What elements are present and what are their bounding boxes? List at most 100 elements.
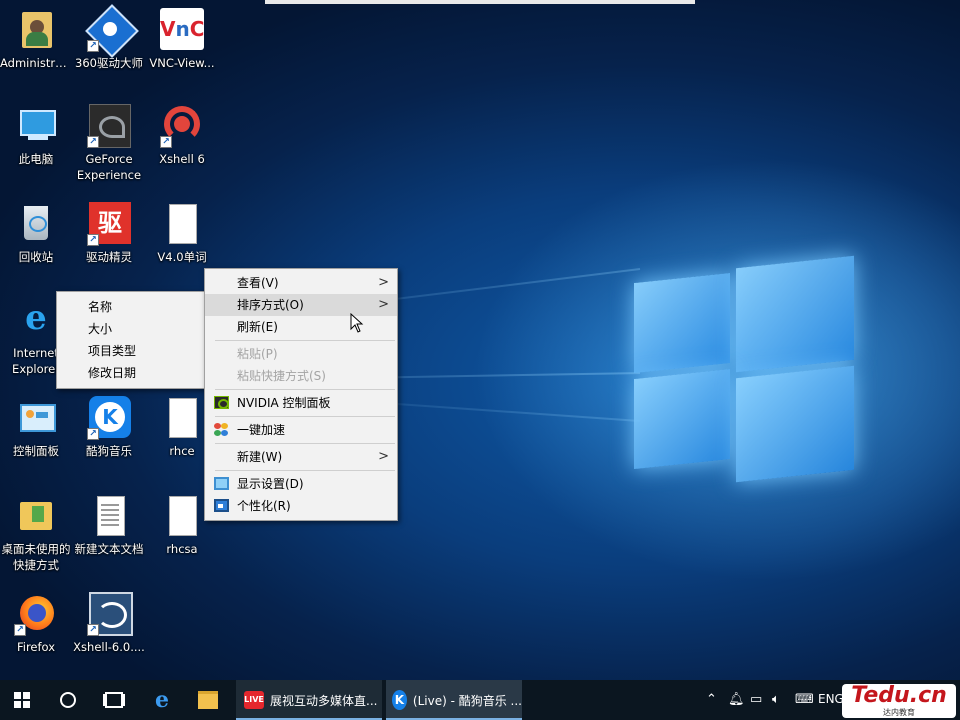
language-indicator[interactable]: ENG bbox=[818, 692, 844, 706]
menu-item-nvidia-control-panel[interactable]: NVIDIA 控制面板 bbox=[205, 392, 397, 414]
desktop-icon-v4-words[interactable]: V4.0单词 bbox=[146, 202, 218, 265]
menu-item-paste-shortcut: 粘贴快捷方式(S) bbox=[237, 369, 326, 383]
desktop-icon-label: 360驱动大师 bbox=[75, 56, 143, 70]
desktop-icon-vnc-viewer[interactable]: VnC VNC-View... bbox=[146, 8, 218, 71]
shortcut-arrow-icon: ↗ bbox=[87, 136, 99, 148]
start-button[interactable] bbox=[0, 680, 44, 720]
menu-item-paste: 粘贴(P) bbox=[237, 347, 278, 361]
watermark-subtext: 达内教育 bbox=[883, 708, 915, 717]
menu-item-refresh[interactable]: 刷新(E) bbox=[205, 316, 397, 338]
windows-logo-wallpaper bbox=[630, 248, 860, 483]
desktop-icon-label: 桌面未使用的快捷方式 bbox=[1, 542, 71, 572]
shortcut-arrow-icon: ↗ bbox=[87, 234, 99, 246]
taskbar-app-kugou[interactable]: K (Live) - 酷狗音乐 ... bbox=[386, 680, 522, 720]
personalize-icon bbox=[214, 499, 229, 512]
document-icon bbox=[160, 396, 204, 440]
desktop-icon-geforce[interactable]: ↗ GeForce Experience bbox=[73, 104, 145, 183]
desktop-icon-firefox[interactable]: ↗ Firefox bbox=[0, 592, 72, 655]
sort-by-date-modified[interactable]: 修改日期 bbox=[57, 362, 205, 384]
menu-separator bbox=[215, 470, 395, 471]
recycle-bin-icon bbox=[14, 202, 58, 246]
document-icon bbox=[160, 494, 204, 538]
shortcut-arrow-icon: ↗ bbox=[160, 136, 172, 148]
cortana-circle-icon bbox=[60, 692, 76, 708]
menu-item-personalize[interactable]: 个性化(R) bbox=[205, 495, 397, 517]
user-folder-icon bbox=[14, 8, 58, 52]
desktop-icon-xshell[interactable]: ↗ Xshell 6 bbox=[146, 104, 218, 167]
menu-item-new[interactable]: 新建(W) > bbox=[205, 446, 397, 468]
firefox-icon: ↗ bbox=[14, 592, 58, 636]
desktop-icon-driver-genius[interactable]: 驱 ↗ 驱动精灵 bbox=[73, 202, 145, 265]
nvidia-icon bbox=[214, 396, 229, 409]
sort-by-name[interactable]: 名称 bbox=[57, 296, 205, 318]
desktop-icon-new-text-document[interactable]: 新建文本文档 bbox=[73, 494, 145, 557]
volume-icon[interactable]: 🔈︎ bbox=[772, 692, 780, 707]
folder-icon bbox=[198, 691, 218, 709]
desktop-icon-label: Administra... bbox=[0, 56, 72, 70]
internet-explorer-icon: e bbox=[25, 298, 47, 338]
shortcut-arrow-icon: ↗ bbox=[87, 428, 99, 440]
menu-item-display-settings[interactable]: 显示设置(D) bbox=[205, 473, 397, 495]
vnc-viewer-icon: VnC bbox=[160, 8, 204, 52]
task-view-icon bbox=[105, 692, 123, 708]
input-method-icon[interactable]: ⌨ bbox=[795, 692, 814, 707]
desktop-icon-label: 回收站 bbox=[18, 250, 54, 264]
desktop-icon-label: Xshell-6.0.... bbox=[73, 640, 145, 654]
display-settings-icon bbox=[214, 477, 229, 490]
menu-item-view[interactable]: 查看(V) > bbox=[205, 272, 397, 294]
control-panel-icon bbox=[14, 396, 58, 440]
show-hidden-icons-icon[interactable]: ⌃ bbox=[706, 692, 717, 707]
network-icon[interactable]: ▭ bbox=[750, 692, 762, 707]
menu-separator bbox=[215, 340, 395, 341]
text-document-icon bbox=[87, 494, 131, 538]
shortcut-arrow-icon: ↗ bbox=[87, 40, 99, 52]
task-view-button[interactable] bbox=[92, 680, 136, 720]
chevron-right-icon: > bbox=[378, 297, 389, 312]
desktop-context-menu: 查看(V) > 排序方式(O) > 刷新(E) 粘贴(P) 粘贴快捷方式(S) … bbox=[204, 268, 398, 521]
taskbar-edge[interactable]: e bbox=[140, 680, 184, 720]
desktop-icon-recycle-bin[interactable]: 回收站 bbox=[0, 202, 72, 265]
desktop-icon-control-panel[interactable]: 控制面板 bbox=[0, 396, 72, 459]
taskbar-file-explorer[interactable] bbox=[186, 680, 230, 720]
menu-separator bbox=[215, 443, 395, 444]
top-window-edge bbox=[265, 0, 695, 4]
xshell-icon: ↗ bbox=[160, 104, 204, 148]
desktop-icon-label: 酷狗音乐 bbox=[86, 444, 132, 458]
kugou-icon: K bbox=[392, 690, 407, 710]
menu-separator bbox=[215, 389, 395, 390]
tedu-watermark: Tedu.cn 达内教育 bbox=[842, 684, 956, 718]
menu-item-one-click-speedup[interactable]: 一键加速 bbox=[205, 419, 397, 441]
desktop-icon-this-pc[interactable]: 此电脑 bbox=[0, 104, 72, 167]
desktop-icon-label: 控制面板 bbox=[13, 444, 59, 458]
folder-icon bbox=[14, 494, 58, 538]
kugou-icon: K ↗ bbox=[87, 396, 131, 440]
geforce-icon: ↗ bbox=[87, 104, 131, 148]
desktop-icon-xshell-installer[interactable]: ↗ Xshell-6.0.... bbox=[73, 592, 145, 655]
chevron-right-icon: > bbox=[378, 275, 389, 290]
desktop-icon-label: Firefox bbox=[16, 640, 56, 654]
desktop-icon-kugou[interactable]: K ↗ 酷狗音乐 bbox=[73, 396, 145, 459]
mouse-cursor-icon bbox=[350, 313, 364, 333]
desktop-icon-label: GeForce Experience bbox=[76, 152, 142, 182]
desktop-icon-label: VNC-View... bbox=[149, 56, 215, 70]
desktop-icon-label: 新建文本文档 bbox=[74, 542, 144, 556]
chevron-right-icon: > bbox=[378, 449, 389, 464]
driver-genius-icon: 驱 ↗ bbox=[87, 202, 131, 246]
notification-bell-icon[interactable]: 🔔︎ bbox=[728, 692, 745, 707]
sort-by-item-type[interactable]: 项目类型 bbox=[57, 340, 205, 362]
menu-item-sort-by[interactable]: 排序方式(O) > bbox=[205, 294, 397, 316]
sort-by-size[interactable]: 大小 bbox=[57, 318, 205, 340]
document-icon bbox=[160, 202, 204, 246]
this-pc-icon bbox=[14, 104, 58, 148]
shortcut-arrow-icon: ↗ bbox=[87, 624, 99, 636]
taskbar: e LIVE 展视互动多媒体直... K (Live) - 酷狗音乐 ... ⌃… bbox=[0, 680, 960, 720]
desktop-icon-label: 驱动精灵 bbox=[86, 250, 132, 264]
desktop-icon-administrator[interactable]: Administra... bbox=[0, 8, 72, 71]
search-button[interactable] bbox=[46, 680, 90, 720]
desktop-icon-360-driver[interactable]: ↗ 360驱动大师 bbox=[73, 4, 145, 71]
taskbar-app-live[interactable]: LIVE 展视互动多媒体直... bbox=[236, 680, 382, 720]
desktop-icon-unused-shortcuts[interactable]: 桌面未使用的快捷方式 bbox=[0, 494, 72, 573]
speedup-icon bbox=[214, 423, 229, 436]
sort-submenu: 名称 大小 项目类型 修改日期 bbox=[56, 291, 206, 389]
desktop-icon-label: V4.0单词 bbox=[157, 250, 207, 264]
